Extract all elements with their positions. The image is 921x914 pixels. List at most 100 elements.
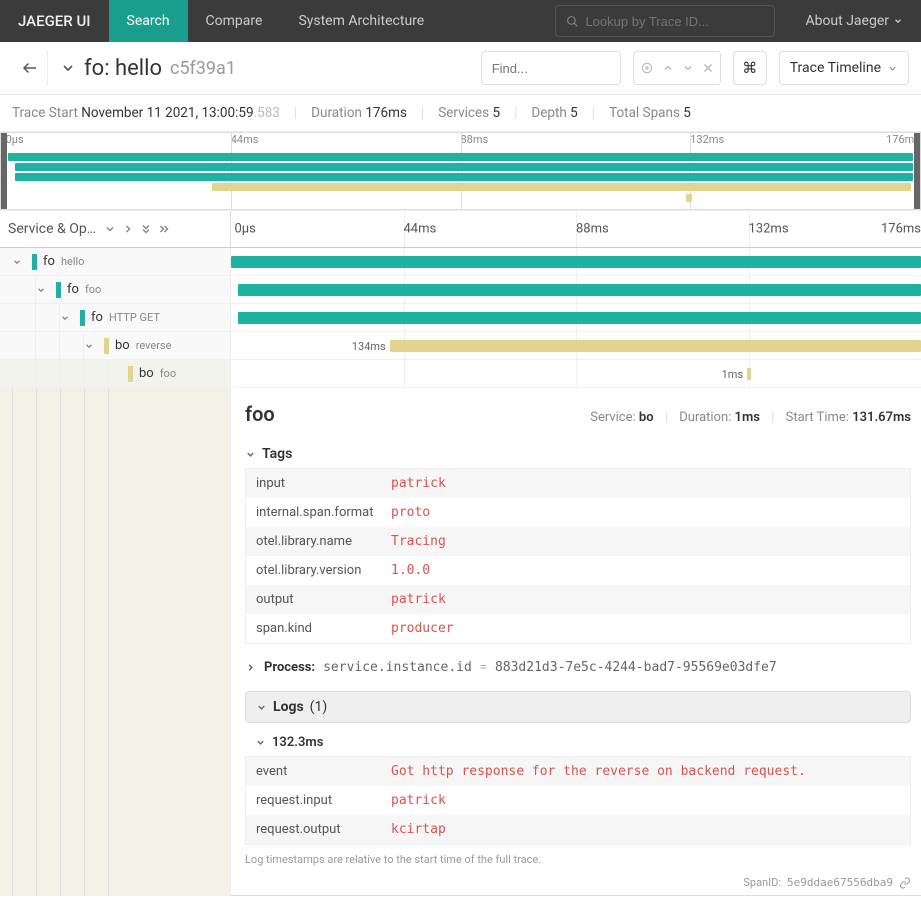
span-op-name: hello	[61, 255, 85, 268]
log-entry-toggle[interactable]: 132.3ms	[245, 729, 911, 756]
tag-row[interactable]: span.kindproducer	[246, 614, 910, 643]
tags-toggle[interactable]: Tags	[245, 440, 911, 468]
log-value: patrick	[391, 793, 446, 808]
span-bar-duration: 1ms	[722, 368, 748, 381]
span-row[interactable]: fofoo	[0, 276, 921, 304]
trace-lookup-field[interactable]	[555, 5, 775, 37]
tag-row[interactable]: otel.library.version1.0.0	[246, 556, 910, 585]
tag-row[interactable]: inputpatrick	[246, 469, 910, 498]
chevron-down-icon[interactable]	[104, 223, 116, 235]
log-key: request.input	[256, 793, 391, 808]
service-color-mark	[128, 366, 133, 382]
span-bar[interactable]	[238, 284, 921, 296]
timeline-tick: 176ms	[881, 222, 921, 237]
minimap[interactable]: 0μs 44ms 88ms 132ms 176ms	[0, 132, 921, 210]
target-icon[interactable]	[640, 61, 654, 75]
chevron-right-icon	[245, 662, 256, 673]
logs-toggle[interactable]: Logs (1)	[245, 691, 911, 723]
back-button[interactable]	[12, 50, 48, 86]
keyboard-shortcuts-button[interactable]: ⌘	[733, 51, 767, 85]
process-toggle[interactable]: Process: service.instance.id = 883d21d3-…	[245, 654, 911, 681]
span-row[interactable]: bofoo1ms	[0, 360, 921, 388]
span-row[interactable]: fohello	[0, 248, 921, 276]
view-mode-select[interactable]: Trace Timeline	[779, 51, 909, 85]
tag-key: span.kind	[256, 621, 391, 636]
span-bar[interactable]	[231, 256, 921, 268]
nav-arch-tab[interactable]: System Architecture	[280, 0, 442, 42]
span-toggle[interactable]	[36, 285, 56, 295]
process-label: Process:	[264, 660, 315, 675]
log-table: eventGot http response for the reverse o…	[245, 756, 911, 845]
tag-value: 1.0.0	[391, 563, 430, 578]
span-row[interactable]: boreverse134ms	[0, 332, 921, 360]
span-detail-panel: foo Service: bo | Duration: 1ms | Start …	[231, 388, 921, 896]
tags-label: Tags	[262, 446, 292, 462]
about-label: About Jaeger	[805, 13, 889, 29]
view-mode-label: Trace Timeline	[790, 60, 881, 76]
span-bar[interactable]	[747, 368, 751, 380]
tag-key: output	[256, 592, 391, 607]
log-key: event	[256, 764, 391, 779]
detail-start: 131.67ms	[852, 410, 911, 425]
close-icon[interactable]	[702, 62, 714, 74]
minimap-handle-left[interactable]	[1, 133, 7, 209]
meta-spans-label: Total Spans	[609, 105, 680, 121]
trace-header: fo: hello c5f39a1 ⌘ Trace Timeline	[0, 42, 921, 95]
detail-op-name: foo	[245, 402, 275, 426]
find-input[interactable]	[481, 51, 621, 85]
meta-services-value: 5	[492, 105, 500, 121]
service-op-header: Service & Op…	[8, 221, 96, 237]
span-toggle[interactable]	[84, 341, 104, 351]
tag-row[interactable]: otel.library.nameTracing	[246, 527, 910, 556]
logs-count: (1)	[310, 699, 328, 715]
nav-search-tab[interactable]: Search	[109, 0, 188, 42]
log-row[interactable]: request.outputkcirtap	[246, 815, 910, 844]
nav-compare-tab[interactable]: Compare	[188, 0, 281, 42]
span-bar[interactable]	[390, 340, 921, 352]
tag-key: otel.library.version	[256, 563, 391, 578]
chevron-down-icon	[245, 449, 256, 460]
brand-label: JAEGER UI	[0, 12, 109, 30]
trace-title[interactable]: fo: hello c5f39a1	[60, 56, 236, 81]
span-toggle[interactable]	[60, 313, 80, 323]
meta-start-ms: .583	[254, 105, 280, 121]
detail-duration: 1ms	[735, 410, 760, 425]
chevron-down-icon	[60, 60, 76, 76]
top-nav: JAEGER UI Search Compare System Architec…	[0, 0, 921, 42]
trace-lookup-input[interactable]	[585, 14, 764, 29]
span-id: 5e9ddae67556dba9	[787, 876, 893, 889]
span-row[interactable]: foHTTP GET	[0, 304, 921, 332]
service-color-mark	[32, 254, 37, 270]
search-icon	[566, 15, 579, 28]
meta-services-label: Services	[438, 105, 489, 121]
detail-start-label: Start Time:	[786, 410, 849, 425]
chevron-down-icon[interactable]	[682, 62, 694, 74]
tag-row[interactable]: outputpatrick	[246, 585, 910, 614]
chevron-right-icon[interactable]	[122, 223, 134, 235]
tag-value: Tracing	[391, 534, 446, 549]
log-row[interactable]: request.inputpatrick	[246, 786, 910, 815]
deep-link-icon[interactable]	[899, 877, 911, 889]
span-op-name: foo	[160, 367, 176, 380]
chevron-down-icon	[893, 16, 903, 26]
tags-table: inputpatrickinternal.span.formatprotoote…	[245, 468, 911, 644]
double-chevron-right-icon[interactable]	[158, 223, 170, 235]
tag-value: producer	[391, 621, 454, 636]
chevron-up-icon[interactable]	[662, 62, 674, 74]
span-toggle[interactable]	[12, 257, 32, 267]
double-chevron-down-icon[interactable]	[140, 223, 152, 235]
tag-key: input	[256, 476, 391, 491]
detail-duration-label: Duration:	[679, 410, 731, 425]
service-color-mark	[56, 282, 61, 298]
span-detail-row: foo Service: bo | Duration: 1ms | Start …	[0, 388, 921, 896]
process-key: service.instance.id	[323, 660, 472, 675]
trace-meta: Trace Start November 11 2021, 13:00:59.5…	[0, 95, 921, 132]
span-bar[interactable]	[238, 312, 921, 324]
about-menu[interactable]: About Jaeger	[787, 13, 921, 29]
tag-row[interactable]: internal.span.formatproto	[246, 498, 910, 527]
trace-name: fo: hello	[84, 56, 162, 81]
span-service-name: fo	[43, 254, 55, 269]
meta-duration-label: Duration	[311, 105, 362, 121]
log-row[interactable]: eventGot http response for the reverse o…	[246, 757, 910, 786]
minimap-handle-right[interactable]	[914, 133, 920, 209]
